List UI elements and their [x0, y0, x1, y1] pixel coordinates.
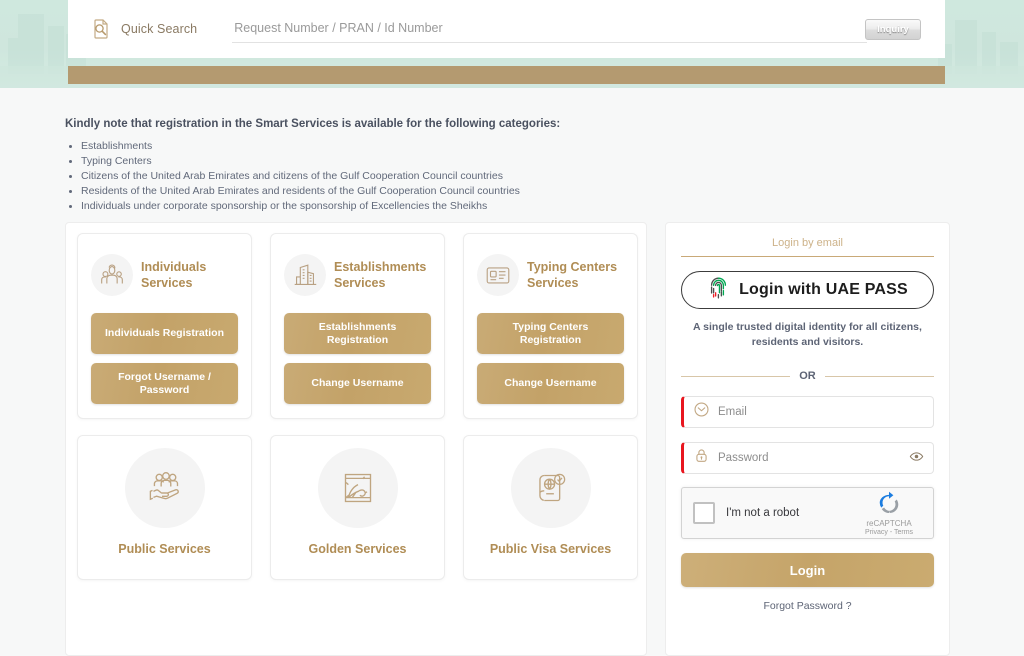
login-button[interactable]: Login [681, 553, 934, 587]
notice-title: Kindly note that registration in the Sma… [65, 118, 561, 130]
fingerprint-icon [707, 276, 730, 304]
email-field[interactable] [718, 406, 924, 418]
lock-icon [693, 447, 710, 469]
uaepass-button-label: Login with UAE PASS [739, 281, 908, 298]
establishments-icon [284, 254, 326, 296]
document-search-icon [88, 16, 114, 42]
divider-line-left [681, 375, 791, 377]
individuals-registration-button[interactable]: Individuals Registration [91, 313, 238, 354]
typing-centers-change-username-button[interactable]: Change Username [477, 363, 624, 404]
uaepass-login-button[interactable]: Login with UAE PASS [681, 271, 934, 309]
top-banner: Quick Search Inquiry [0, 0, 1024, 88]
secondary-service-cards-row: Public Services Golden Services Public V… [66, 419, 646, 580]
forgot-username-password-button[interactable]: Forgot Username / Password [91, 363, 238, 404]
public-visa-services-icon [510, 448, 591, 528]
password-visibility-toggle[interactable] [909, 449, 924, 467]
uaepass-subtitle: A single trusted digital identity for al… [693, 321, 922, 348]
card-header: Typing Centers Services [477, 246, 624, 304]
services-panel: Individuals Services Individuals Registr… [65, 222, 647, 656]
recaptcha-checkbox[interactable] [693, 502, 715, 524]
card-label: Golden Services [308, 542, 407, 556]
card-header: Individuals Services [91, 246, 238, 304]
individuals-services-card: Individuals Services Individuals Registr… [77, 233, 252, 419]
establishments-registration-button[interactable]: Establishments Registration [284, 313, 431, 354]
list-item: Establishments [65, 139, 645, 154]
password-field[interactable] [718, 452, 901, 464]
quick-search-label: Quick Search [121, 22, 198, 36]
recaptcha-label: I'm not a robot [726, 507, 800, 519]
forgot-password-link[interactable]: Forgot Password ? [681, 600, 934, 612]
quick-search-panel: Quick Search Inquiry [68, 0, 945, 58]
individuals-icon [91, 254, 133, 296]
recaptcha-logo-icon [879, 491, 899, 514]
card-title: Establishments Services [334, 260, 427, 290]
recaptcha-branding: reCAPTCHA Privacy - Terms [856, 490, 922, 536]
card-title: Typing Centers Services [527, 260, 618, 290]
or-divider: OR [681, 370, 934, 382]
recaptcha-privacy-terms[interactable]: Privacy - Terms [865, 529, 913, 536]
registration-notice: Kindly note that registration in the Sma… [65, 118, 645, 214]
list-item: Individuals under corporate sponsorship … [65, 199, 645, 214]
card-label: Public Services [118, 542, 211, 556]
typing-centers-services-card: Typing Centers Services Typing Centers R… [463, 233, 638, 419]
login-panel: Login by email Login with UAE PASS A sin… [665, 222, 950, 656]
golden-services-icon [317, 448, 398, 528]
password-field-wrapper [681, 442, 934, 474]
list-item: Citizens of the United Arab Emirates and… [65, 169, 645, 184]
primary-service-cards-row: Individuals Services Individuals Registr… [66, 223, 646, 419]
public-services-icon [124, 448, 205, 528]
public-services-card[interactable]: Public Services [77, 435, 252, 580]
card-label: Public Visa Services [489, 542, 612, 556]
establishments-services-card: Establishments Services Establishments R… [270, 233, 445, 419]
inquiry-button[interactable]: Inquiry [865, 18, 921, 40]
tab-login-by-email[interactable]: Login by email [681, 223, 934, 257]
notice-category-list: Establishments Typing Centers Citizens o… [65, 139, 645, 214]
card-title: Individuals Services [141, 260, 207, 290]
gold-divider-bar [68, 66, 945, 84]
or-label: OR [799, 370, 816, 382]
typing-centers-registration-button[interactable]: Typing Centers Registration [477, 313, 624, 354]
card-header: Establishments Services [284, 246, 431, 304]
eye-icon [909, 449, 924, 467]
recaptcha-widget: I'm not a robot reCAPTCHA Privacy - Term… [681, 487, 934, 539]
list-item: Residents of the United Arab Emirates an… [65, 184, 645, 199]
public-visa-services-card[interactable]: Public Visa Services [463, 435, 638, 580]
golden-services-card[interactable]: Golden Services [270, 435, 445, 580]
recaptcha-brand-name: reCAPTCHA [866, 519, 912, 528]
divider-line-right [824, 375, 934, 377]
establishments-change-username-button[interactable]: Change Username [284, 363, 431, 404]
email-field-wrapper [681, 396, 934, 428]
typing-centers-icon [477, 254, 519, 296]
envelope-icon [693, 401, 710, 423]
search-input-wrapper [232, 15, 868, 43]
list-item: Typing Centers [65, 154, 645, 169]
search-input[interactable] [232, 15, 868, 43]
